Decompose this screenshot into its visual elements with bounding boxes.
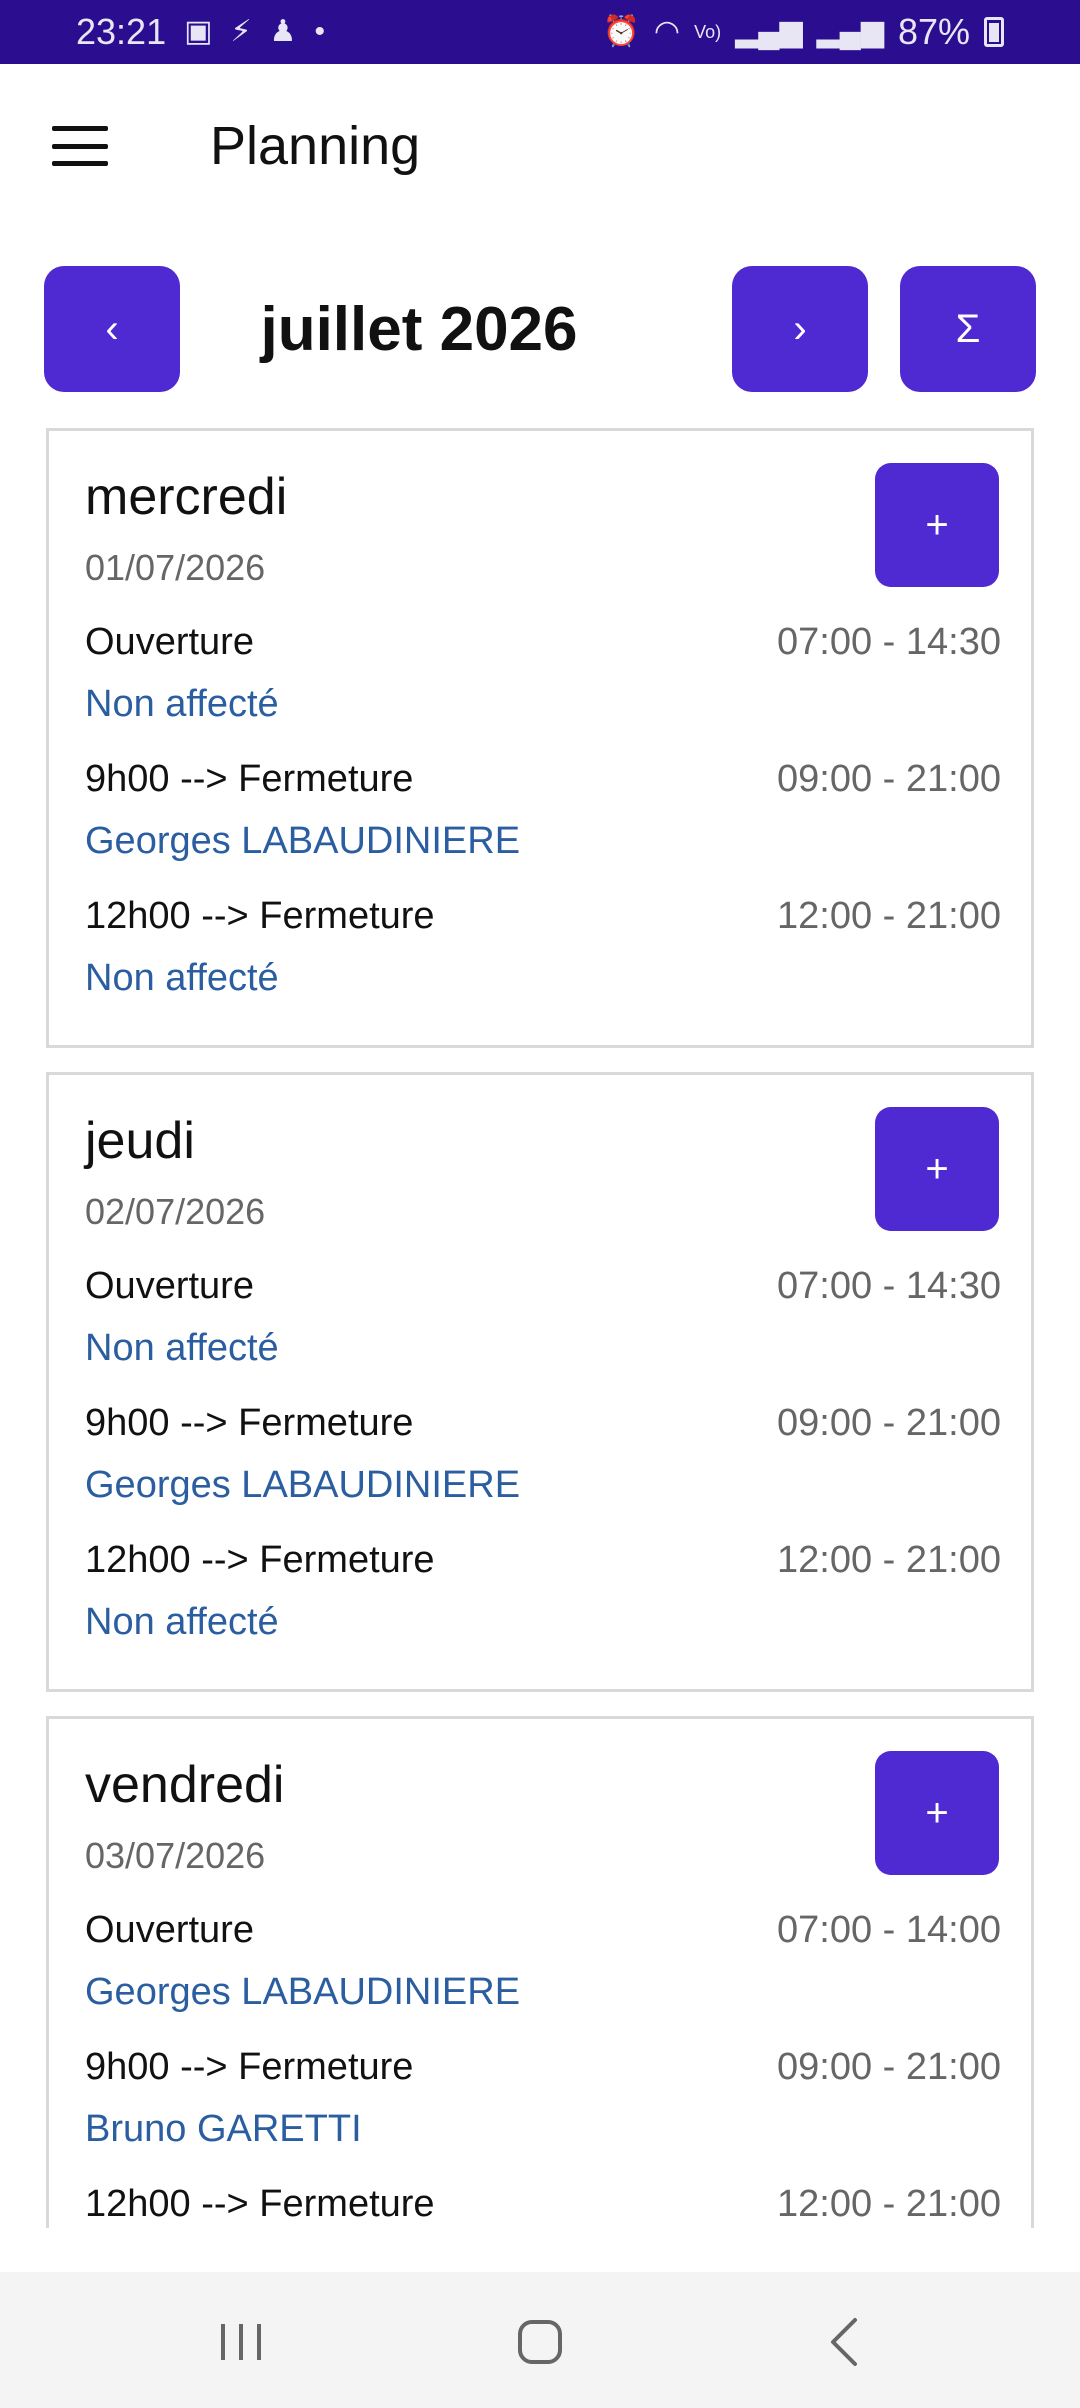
add-shift-button[interactable]: + [875, 1107, 999, 1231]
shift-time: 12:00 - 21:00 [777, 2183, 1001, 2225]
day-date: 03/07/2026 [85, 1835, 266, 1876]
shift-name: 12h00 --> Fermeture [85, 895, 435, 937]
shift-assignee: Non affecté [85, 683, 279, 725]
recents-icon[interactable] [206, 2312, 276, 2372]
person-icon: ♟ [269, 15, 297, 48]
shift-name: 12h00 --> Fermeture [85, 1539, 435, 1581]
status-left: 23:21 ▣ ⚡ ♟ • [76, 11, 325, 53]
next-month-button[interactable]: › [732, 266, 868, 392]
shift-name: 9h00 --> Fermeture [85, 758, 414, 800]
app-bar: Planning [0, 64, 1080, 228]
status-right: ⏰ ◠ Vo) ▂▄▆ ▂▄▆ 87% [603, 11, 1004, 53]
shift-name: Ouverture [85, 621, 254, 663]
shift-assignee: Non affecté [85, 957, 279, 999]
system-navigation-bar [0, 2272, 1080, 2408]
page-title: Planning [210, 116, 421, 176]
month-label: juillet 2026 [260, 294, 578, 364]
day-card: mercredi 01/07/2026 + Ouverture 07:00 - … [46, 428, 1034, 1048]
summary-button[interactable]: Σ [900, 266, 1036, 392]
shift-assignee: Non affecté [85, 1601, 279, 1643]
day-date: 01/07/2026 [85, 547, 266, 588]
shift-time: 07:00 - 14:30 [777, 621, 1001, 663]
shift-name: Ouverture [85, 1909, 254, 1951]
shift-name: 9h00 --> Fermeture [85, 1402, 414, 1444]
shift-name: 12h00 --> Fermeture [85, 2183, 435, 2225]
shift-assignee: Bruno GARETTI [85, 2108, 362, 2150]
day-name: mercredi [85, 468, 288, 526]
shift-item[interactable]: 12h00 --> Fermeture 12:00 - 21:00 Non af… [85, 1539, 1001, 1669]
shift-item[interactable]: 9h00 --> Fermeture 09:00 - 21:00 Bruno G… [85, 2046, 1001, 2176]
shift-name: 9h00 --> Fermeture [85, 2046, 414, 2088]
day-name: jeudi [85, 1112, 195, 1170]
shift-item[interactable]: Ouverture 07:00 - 14:30 Non affecté [85, 1265, 1001, 1395]
shift-item[interactable]: Ouverture 07:00 - 14:30 Non affecté [85, 621, 1001, 751]
shift-time: 07:00 - 14:00 [777, 1909, 1001, 1951]
battery-icon [984, 17, 1004, 47]
status-time: 23:21 [76, 11, 167, 52]
add-shift-button[interactable]: + [875, 463, 999, 587]
volte-icon: Vo) [694, 22, 722, 42]
month-navigation: ‹ juillet 2026 › Σ [44, 266, 1036, 392]
day-name: vendredi [85, 1756, 285, 1814]
shift-assignee: Non affecté [85, 1327, 279, 1369]
shift-item[interactable]: 12h00 --> Fermeture 12:00 - 21:00 [85, 2183, 1001, 2228]
previous-month-button[interactable]: ‹ [44, 266, 180, 392]
shift-assignee: Georges LABAUDINIERE [85, 1971, 521, 2013]
app-icon: ⚡ [230, 15, 252, 48]
home-icon[interactable] [505, 2312, 575, 2372]
shift-time: 09:00 - 21:00 [777, 758, 1001, 800]
signal-icon-2: ▂▄▆ [816, 15, 884, 48]
dot-icon: • [314, 15, 325, 48]
shift-item[interactable]: 12h00 --> Fermeture 12:00 - 21:00 Non af… [85, 895, 1001, 1025]
shift-assignee: Georges LABAUDINIERE [85, 1464, 521, 1506]
shift-assignee: Georges LABAUDINIERE [85, 820, 521, 862]
shift-time: 09:00 - 21:00 [777, 2046, 1001, 2088]
shift-name: Ouverture [85, 1265, 254, 1307]
shift-item[interactable]: 9h00 --> Fermeture 09:00 - 21:00 Georges… [85, 1402, 1001, 1532]
day-date: 02/07/2026 [85, 1191, 266, 1232]
image-icon: ▣ [184, 15, 213, 48]
back-icon[interactable] [810, 2312, 880, 2372]
shift-time: 12:00 - 21:00 [777, 1539, 1001, 1581]
signal-icon: ▂▄▆ [735, 15, 803, 48]
battery-percent: 87% [897, 11, 970, 52]
wifi-icon: ◠ [653, 15, 681, 48]
shift-item[interactable]: Ouverture 07:00 - 14:00 Georges LABAUDIN… [85, 1909, 1001, 2039]
shift-item[interactable]: 9h00 --> Fermeture 09:00 - 21:00 Georges… [85, 758, 1001, 888]
planning-list[interactable]: mercredi 01/07/2026 + Ouverture 07:00 - … [0, 424, 1080, 2228]
day-card: jeudi 02/07/2026 + Ouverture 07:00 - 14:… [46, 1072, 1034, 1692]
shift-time: 09:00 - 21:00 [777, 1402, 1001, 1444]
menu-icon[interactable] [52, 126, 108, 166]
shift-time: 07:00 - 14:30 [777, 1265, 1001, 1307]
alarm-icon: ⏰ [602, 15, 640, 48]
day-card: vendredi 03/07/2026 + Ouverture 07:00 - … [46, 1716, 1034, 2228]
add-shift-button[interactable]: + [875, 1751, 999, 1875]
status-bar: 23:21 ▣ ⚡ ♟ • ⏰ ◠ Vo) ▂▄▆ ▂▄▆ 87% [0, 0, 1080, 64]
shift-time: 12:00 - 21:00 [777, 895, 1001, 937]
